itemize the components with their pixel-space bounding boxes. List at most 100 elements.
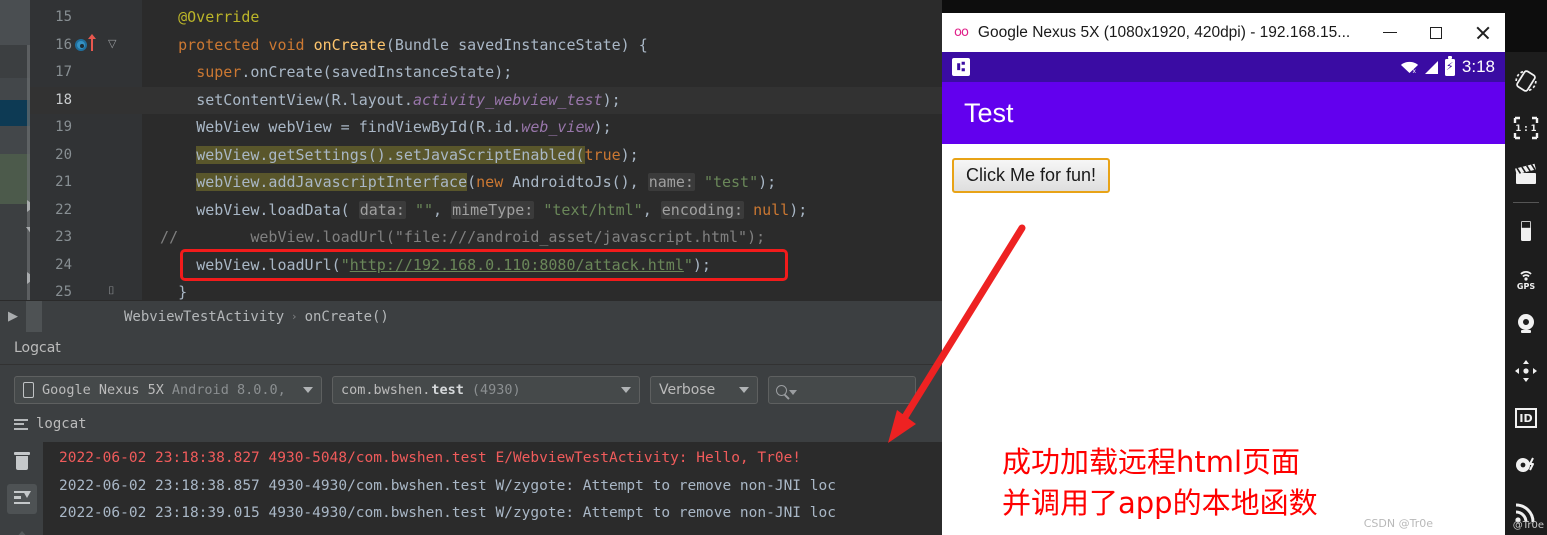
emulator-screen[interactable]: ⑆ x 3:18 Test Click Me for fun! (942, 52, 1505, 535)
logcat-output[interactable]: 2022-06-02 23:18:38.827 4930-5048/com.bw… (43, 442, 942, 535)
run-icon[interactable]: ▶ (0, 309, 26, 324)
emulator-window: oo Google Nexus 5X (1080x1920, 420dpi) -… (942, 0, 1547, 535)
code-token: mimeType: (451, 200, 535, 219)
emulator-titlebar[interactable]: oo Google Nexus 5X (1080x1920, 420dpi) -… (942, 13, 1505, 52)
line-number: 19 (55, 119, 72, 135)
device-selector[interactable]: Google Nexus 5X Android 8.0.0, (14, 376, 322, 404)
dpad-icon[interactable] (1505, 348, 1547, 395)
process-selector[interactable]: com.bwshen. test (4930) (332, 376, 640, 404)
breadcrumb-method[interactable]: onCreate() (305, 309, 389, 325)
status-icons: x 3:18 (1400, 56, 1495, 77)
camera-icon[interactable] (1505, 301, 1547, 348)
screenshot-root: 15 @Override 16 ▽ protected void onCreate(… (0, 0, 1547, 535)
code-token: name: (647, 173, 695, 191)
fingerprint-id-icon[interactable]: ID (1505, 395, 1547, 442)
line-number: 22 (55, 201, 72, 218)
webview-content[interactable]: Click Me for fun! 成功加载远程html页面 并调用了app的本… (942, 144, 1505, 535)
line-number: 21 (55, 174, 72, 190)
watermark: CSDN @Tr0e (1363, 517, 1433, 530)
process-pid: (4930) (471, 382, 521, 398)
code-line[interactable]: webView.getSettings().setJavaScriptEnabl… (142, 142, 639, 170)
code-token: encoding: (660, 200, 745, 219)
wifi-off-icon: x (1400, 61, 1418, 74)
annotation-line-2: 并调用了app的本地函数 (1002, 486, 1318, 521)
svg-text:1 : 1: 1 : 1 (1515, 124, 1536, 134)
code-token: webView.addJavascriptInterface (196, 173, 468, 191)
code-token: , (642, 200, 661, 219)
code-token: ); (602, 90, 621, 109)
code-token: } (178, 283, 188, 300)
code-line[interactable]: protected void onCreate(Bundle savedInst… (142, 32, 648, 60)
breakpoint-icon[interactable] (75, 38, 87, 51)
line-number: 25 (55, 284, 72, 300)
override-marker-icon[interactable] (88, 33, 96, 51)
logcat-tab[interactable]: logcat (14, 416, 87, 432)
code-token: onCreate (313, 35, 386, 54)
device-os: Android 8.0.0, (171, 382, 286, 398)
chevron-down-icon (621, 387, 631, 393)
scroll-up-button[interactable] (7, 520, 37, 535)
marker-block (0, 0, 30, 45)
code-token: void (268, 35, 314, 54)
close-button[interactable] (1459, 13, 1505, 52)
fold-end-icon[interactable]: ⌷ (108, 285, 115, 296)
editor-marker-gutter[interactable] (0, 0, 38, 300)
click-me-button[interactable]: Click Me for fun! (952, 158, 1111, 193)
code-token: AndroidtoJs(), (512, 173, 648, 191)
annotation-text: 成功加载远程html页面 并调用了app的本地函数 (1002, 442, 1318, 524)
chevron-down-icon (739, 387, 749, 393)
breadcrumb-class[interactable]: WebviewTestActivity (124, 309, 284, 325)
screen-record-icon[interactable] (1505, 152, 1547, 199)
snapshot-icon[interactable] (1505, 441, 1547, 488)
code-line[interactable]: webView.loadData( data: "", mimeType: "t… (142, 197, 807, 225)
code-token: new (476, 173, 513, 191)
search-icon (776, 384, 787, 396)
logcat-side-toolbar (0, 442, 43, 535)
battery-icon[interactable] (1505, 207, 1547, 254)
annotation-line-1: 成功加载远程html页面 (1002, 445, 1301, 479)
code-line[interactable]: webView.addJavascriptInterface(new Andro… (142, 169, 776, 197)
code-line[interactable]: super.onCreate(savedInstanceState); (142, 59, 512, 87)
marker-added-line (0, 154, 30, 204)
code-line[interactable]: WebView webView = findViewById(R.id.web_… (142, 114, 612, 142)
svg-text:GPS: GPS (1517, 282, 1535, 291)
log-level-value: Verbose (659, 382, 716, 398)
code-line[interactable]: setContentView(R.layout.activity_webview… (142, 87, 621, 115)
zoom-1-1-icon[interactable]: 1 : 1 (1505, 105, 1547, 152)
line-number: 17 (55, 64, 72, 80)
code-line[interactable]: @Override (142, 4, 259, 32)
fold-handle-icon[interactable]: ▽ (108, 38, 116, 49)
log-entry[interactable]: 2022-06-02 23:18:39.015 4930-4930/com.bw… (43, 500, 942, 528)
gps-icon[interactable]: GPS (1505, 254, 1547, 301)
chevron-down-icon[interactable] (789, 390, 797, 395)
log-entry[interactable]: 2022-06-02 23:18:38.857 4930-4930/com.bw… (43, 473, 942, 501)
clear-logcat-button[interactable] (7, 448, 37, 478)
code-token: ); (593, 118, 612, 136)
log-entry[interactable]: 2022-06-02 23:18:38.827 4930-5048/com.bw… (43, 445, 942, 473)
code-token: "" (414, 200, 433, 219)
breadcrumb-separator: › (292, 310, 297, 323)
line-number: 18 (55, 91, 72, 108)
rotate-icon[interactable] (1505, 58, 1547, 105)
divider (0, 364, 942, 365)
code-line[interactable]: // webView.loadUrl("file:///android_asse… (142, 224, 765, 252)
scroll-to-end-button[interactable] (7, 484, 37, 514)
emulator-logo-icon: oo (954, 25, 969, 40)
toolbar-cap (1505, 0, 1547, 52)
code-line[interactable]: } (142, 279, 187, 300)
line-number: 23 (55, 229, 72, 245)
marker-changed-line (0, 100, 30, 126)
logcat-search-input[interactable] (768, 376, 916, 404)
maximize-button[interactable] (1413, 13, 1459, 52)
code-token: "text/html" (543, 200, 643, 219)
code-editor[interactable]: 15 @Override 16 ▽ protected void onCreate(… (0, 0, 942, 300)
code-line[interactable]: webView.loadUrl("http://192.168.0.110:80… (142, 252, 711, 280)
status-clock: 3:18 (1461, 57, 1495, 76)
marker-block (0, 126, 30, 154)
log-level-selector[interactable]: Verbose (650, 376, 758, 404)
android-status-bar: ⑆ x 3:18 (942, 52, 1505, 82)
breadcrumb[interactable]: ▶ WebviewTestActivity › onCreate() (0, 300, 942, 333)
minimize-button[interactable] (1367, 13, 1413, 52)
code-token: "test" (703, 173, 759, 191)
